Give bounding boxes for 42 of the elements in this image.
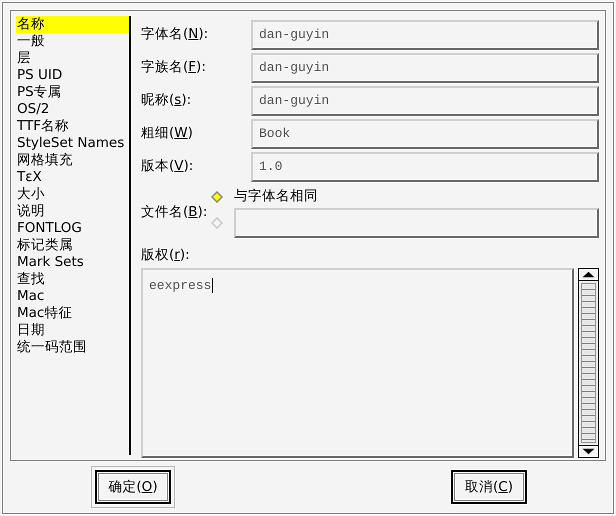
scrollbar[interactable] <box>578 268 599 458</box>
sidebar-item[interactable]: TTF名称 <box>16 118 129 135</box>
field-label: 字族名(F): <box>141 58 207 78</box>
sidebar-item[interactable]: 名称 <box>16 16 129 33</box>
sidebar-item[interactable]: 统一码范围 <box>16 339 129 356</box>
field-label: 字体名(N): <box>141 25 210 44</box>
sidebar-item[interactable]: PS专属 <box>16 84 129 101</box>
text-field[interactable]: dan-guyin <box>251 20 599 50</box>
text-field[interactable]: dan-guyin <box>251 52 599 82</box>
sidebar-item[interactable]: PS UID <box>16 67 129 84</box>
field-label: 昵称(s): <box>141 91 192 110</box>
radio-label: 与字体名相同 <box>234 187 318 206</box>
sidebar-item[interactable]: 标记类属 <box>16 237 129 254</box>
dialog-button[interactable]: 确定(O) <box>91 466 175 508</box>
scroll-thumb[interactable] <box>581 283 596 444</box>
field-label: 版本(V): <box>141 157 194 176</box>
text-field[interactable]: Book <box>251 118 599 148</box>
field-label: 文件名(B): <box>141 202 208 222</box>
field-label: 粗细(W) <box>141 124 194 144</box>
sidebar-item[interactable]: 说明 <box>16 203 129 220</box>
scroll-up-icon[interactable] <box>579 269 598 282</box>
sidebar-item[interactable]: FONTLOG <box>16 220 129 237</box>
sidebar-item[interactable]: 网格填充 <box>16 152 129 169</box>
field-label: 版权(r): <box>141 246 190 265</box>
radio-button[interactable] <box>211 190 223 202</box>
filename-field[interactable] <box>234 208 599 238</box>
radio-button[interactable] <box>211 217 223 229</box>
sidebar-item[interactable]: Mac <box>16 288 129 305</box>
sidebar-item[interactable]: 日期 <box>16 322 129 339</box>
sidebar-item[interactable]: Mark Sets <box>16 254 129 271</box>
text-field[interactable]: 1.0 <box>251 152 599 182</box>
sidebar-item[interactable]: 大小 <box>16 186 129 203</box>
sidebar-item[interactable]: StyleSet Names <box>16 135 129 152</box>
sidebar-item[interactable]: 查找 <box>16 271 129 288</box>
sidebar-item[interactable]: Mac特征 <box>16 305 129 322</box>
sidebar-item[interactable]: OS/2 <box>16 101 129 118</box>
sidebar-item[interactable]: TεX <box>16 169 129 186</box>
text-field[interactable]: dan-guyin <box>251 86 599 116</box>
sidebar-item[interactable]: 一般 <box>16 33 129 50</box>
scroll-down-icon[interactable] <box>579 445 598 458</box>
sidebar-item[interactable]: 层 <box>16 50 129 67</box>
copyright-text-area[interactable]: eexpress <box>141 268 574 458</box>
